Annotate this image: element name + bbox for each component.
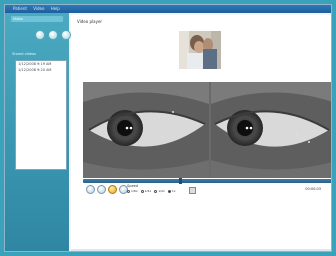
playback-controls [86, 185, 128, 194]
time-display: 00:00:03 [305, 187, 321, 191]
radio-icon [140, 189, 144, 193]
right-eye-image [211, 82, 331, 178]
speed-option-label: 1/8x [131, 189, 138, 193]
speed-option-label: 1/4x [144, 189, 152, 193]
speed-option[interactable]: 1/4x [140, 189, 152, 193]
title-bar: Patient Video Help [5, 5, 331, 13]
speed-option[interactable]: 1/8x [127, 189, 138, 193]
sidebar: Video Stored videos 1/12/2008 9:19 AM 1/… [5, 13, 71, 251]
patient-camera-view [179, 31, 221, 69]
page-title: Video player [77, 19, 103, 24]
record-button[interactable] [35, 30, 45, 40]
pause-button[interactable] [108, 185, 117, 194]
speed-option[interactable]: 1x [167, 189, 176, 193]
sidebar-toolbar [35, 30, 71, 40]
menu-bar: Patient Video Help [13, 5, 65, 13]
open-button[interactable] [48, 30, 58, 40]
app-window: Patient Video Help Video Stored videos 1… [4, 4, 332, 252]
rewind-button[interactable] [86, 185, 95, 194]
speed-option[interactable]: 1/2x [154, 189, 165, 193]
speed-label: Speed [127, 184, 138, 188]
menu-item-patient[interactable]: Patient [13, 6, 27, 11]
main-panel: Video player Speed 1/8x 1/4x 1/2x 1x 00:… [71, 15, 331, 251]
patient-image [179, 31, 221, 69]
eye-video-view [83, 82, 331, 178]
speed-option-label: 1x [171, 189, 176, 193]
play-button[interactable] [97, 185, 106, 194]
seek-handle[interactable] [179, 178, 182, 184]
list-item[interactable]: 1/12/2008 9:20 AM [16, 67, 66, 73]
delete-button[interactable] [61, 30, 71, 40]
seek-bar[interactable] [83, 178, 331, 184]
sidebar-title: Video [11, 16, 63, 22]
speed-options: 1/8x 1/4x 1/2x 1x [127, 189, 176, 193]
snapshot-button[interactable] [189, 187, 196, 194]
session-list[interactable]: 1/12/2008 9:19 AM 1/12/2008 9:20 AM [15, 60, 67, 170]
radio-icon [154, 189, 158, 193]
status-bar [71, 249, 331, 251]
menu-item-help[interactable]: Help [51, 6, 60, 11]
speed-option-label: 1/2x [158, 189, 165, 193]
menu-item-video[interactable]: Video [33, 6, 44, 11]
radio-icon [127, 189, 130, 193]
left-eye-image [83, 82, 209, 178]
sessions-label: Stored videos [12, 52, 36, 56]
radio-icon [167, 189, 171, 193]
